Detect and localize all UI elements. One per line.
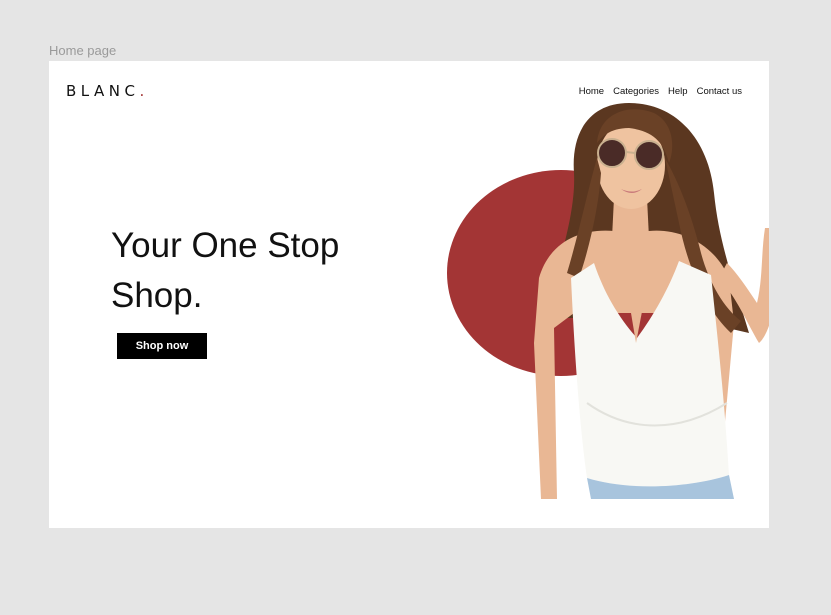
frame-label: Home page bbox=[49, 43, 117, 58]
brand-name: BLANC bbox=[66, 82, 140, 100]
main-nav: Home Categories Help Contact us bbox=[579, 86, 742, 97]
nav-item-home[interactable]: Home bbox=[579, 86, 604, 97]
nav-item-categories[interactable]: Categories bbox=[613, 86, 659, 97]
brand-logo[interactable]: BLANC. bbox=[66, 82, 149, 100]
model-photo bbox=[534, 103, 769, 499]
nav-item-contact-us[interactable]: Contact us bbox=[697, 86, 742, 97]
shop-now-button[interactable]: Shop now bbox=[117, 333, 207, 359]
brand-dot: . bbox=[139, 82, 149, 100]
home-page-frame: BLANC. Home Categories Help Contact us Y… bbox=[49, 61, 769, 528]
hero-headline: Your One Stop Shop. bbox=[111, 226, 340, 315]
nav-item-help[interactable]: Help bbox=[668, 86, 688, 97]
